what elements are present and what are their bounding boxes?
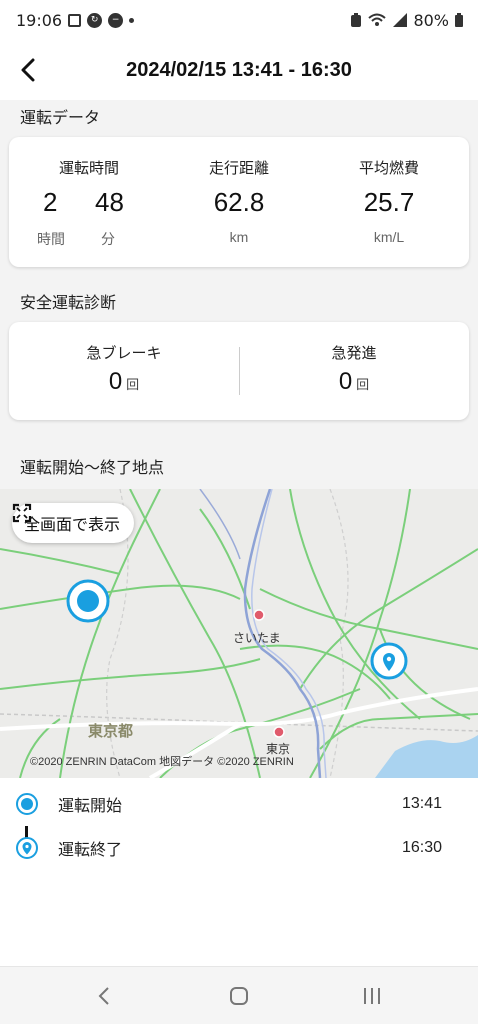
system-nav-bar xyxy=(0,966,478,1024)
route-start-row: 運転開始 13:41 xyxy=(0,784,478,824)
signal-icon xyxy=(393,13,408,27)
map-label-saitama: さいたま xyxy=(233,631,281,645)
nav-recents-button[interactable] xyxy=(352,981,392,1011)
minutes-unit: 分 xyxy=(101,231,115,247)
hard-start-unit: 回 xyxy=(356,377,370,392)
route-start-time: 13:41 xyxy=(401,795,442,812)
do-not-disturb-icon: − xyxy=(108,12,124,28)
duration-hours: 2 xyxy=(43,187,58,217)
notification-dot-icon xyxy=(129,17,135,23)
hard-brake-count: 0 xyxy=(108,368,123,395)
map-label-tokyo-to: 東京都 xyxy=(88,722,134,740)
fuel-column: 平均燃費 25.7 km/L xyxy=(309,137,469,267)
nav-home-button[interactable] xyxy=(219,981,259,1011)
nav-back-button[interactable] xyxy=(84,981,124,1011)
route-map[interactable]: さいたま 東京都 東京 全画面で表示 ©2020 ZENRIN DataCom … xyxy=(0,489,478,778)
page-title: 2024/02/15 13:41 - 16:30 xyxy=(126,58,352,81)
battery-icon xyxy=(455,13,463,27)
route-list: 運転開始 13:41 運転終了 16:30 xyxy=(0,778,478,888)
hours-unit: 時間 xyxy=(37,231,65,247)
sync-icon: ↻ xyxy=(87,12,103,28)
lens-icon xyxy=(68,13,82,27)
status-time: 19:06 xyxy=(16,10,63,30)
start-point-icon xyxy=(16,793,38,815)
expand-icon xyxy=(12,503,32,523)
main-content: 運転データ 運転時間 2 48 時間 分 走行距離 62.8 km 平均燃費 2… xyxy=(0,100,478,1024)
hard-start-column: 急発進 0回 xyxy=(239,322,469,420)
fullscreen-button[interactable]: 全画面で表示 xyxy=(12,503,135,543)
wifi-icon xyxy=(368,13,387,26)
hard-brake-label: 急ブレーキ xyxy=(86,344,162,362)
safety-card: 急ブレーキ 0回 急発進 0回 xyxy=(9,322,469,420)
home-nav-icon xyxy=(230,987,248,1005)
hard-brake-column: 急ブレーキ 0回 xyxy=(9,322,239,420)
back-nav-icon xyxy=(98,987,109,1005)
map-copyright: ©2020 ZENRIN DataCom 地図データ ©2020 ZENRIN xyxy=(30,756,294,768)
duration-minutes: 48 xyxy=(95,187,124,217)
recents-nav-icon xyxy=(364,988,380,1004)
route-start-label: 運転開始 xyxy=(58,796,123,815)
distance-label: 走行距離 xyxy=(208,159,269,177)
duration-label: 運転時間 xyxy=(58,159,119,177)
safety-title: 安全運転診断 xyxy=(20,293,117,312)
driving-data-title: 運転データ xyxy=(20,108,101,127)
fuel-label: 平均燃費 xyxy=(358,159,419,177)
hard-brake-unit: 回 xyxy=(126,377,140,392)
fullscreen-label: 全画面で表示 xyxy=(24,515,121,534)
end-point-icon xyxy=(16,837,38,859)
duration-column: 運転時間 2 48 時間 分 xyxy=(9,137,169,267)
battery-saver-icon xyxy=(351,13,362,27)
fuel-value: 25.7 xyxy=(363,187,415,217)
app-header: 2024/02/15 13:41 - 16:30 xyxy=(0,40,478,100)
route-end-time: 16:30 xyxy=(401,839,442,856)
battery-percent: 80% xyxy=(413,10,449,30)
hard-start-value: 0回 xyxy=(239,368,469,396)
distance-unit: km xyxy=(229,229,249,245)
hard-start-label: 急発進 xyxy=(331,344,377,362)
route-end-label: 運転終了 xyxy=(58,840,123,859)
route-end-row: 運転終了 16:30 xyxy=(0,828,478,868)
hard-brake-value: 0回 xyxy=(9,368,239,396)
distance-value: 62.8 xyxy=(213,187,265,217)
chevron-left-icon xyxy=(21,58,35,82)
fuel-unit: km/L xyxy=(373,229,405,245)
hard-start-count: 0 xyxy=(338,368,353,395)
back-button[interactable] xyxy=(0,40,56,100)
distance-column: 走行距離 62.8 km xyxy=(169,137,309,267)
driving-data-card: 運転時間 2 48 時間 分 走行距離 62.8 km 平均燃費 25.7 km… xyxy=(9,137,469,267)
map-section-title: 運転開始〜終了地点 xyxy=(20,458,165,477)
status-bar: 19:06 ↻ − 80% xyxy=(0,0,478,40)
